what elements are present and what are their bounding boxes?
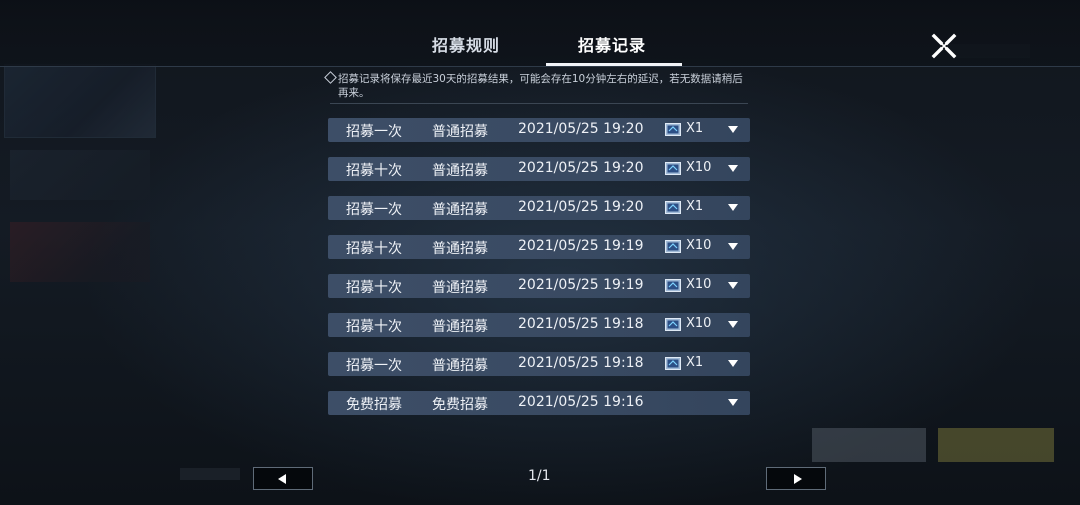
expand-arrow-icon[interactable]: [728, 165, 738, 172]
record-type: 招募一次: [346, 124, 402, 140]
record-row[interactable]: 招募十次 普通招募 2021/05/25 19:20 X10: [328, 157, 750, 181]
background-button: [938, 428, 1054, 462]
records-list: 招募一次 普通招募 2021/05/25 19:20 X1 招募十次 普通招募 2021/0…: [328, 118, 750, 430]
record-pool: 免费招募: [432, 397, 488, 413]
active-tab-indicator: [546, 63, 682, 66]
background-panel: [180, 468, 240, 480]
background-panel: [10, 222, 150, 282]
header-bar: [0, 0, 1080, 66]
notice-text: 招募记录将保存最近30天的招募结果，可能会存在10分钟左右的延迟，若无数据请稍后…: [338, 73, 743, 99]
record-quantity: X10: [686, 316, 712, 331]
background-button: [812, 428, 926, 462]
record-quantity: X10: [686, 160, 712, 175]
page-indicator: 1/1: [528, 468, 551, 484]
record-pool: 普通招募: [432, 280, 488, 296]
expand-arrow-icon[interactable]: [728, 243, 738, 250]
record-pool: 普通招募: [432, 241, 488, 257]
record-quantity: X1: [686, 355, 704, 370]
arrow-left-icon: [278, 474, 286, 484]
record-row[interactable]: 招募一次 普通招募 2021/05/25 19:20 X1: [328, 196, 750, 220]
record-row[interactable]: 招募十次 普通招募 2021/05/25 19:19 X10: [328, 235, 750, 259]
record-pool: 普通招募: [432, 319, 488, 335]
record-time: 2021/05/25 19:20: [518, 199, 644, 215]
diamond-bullet-icon: [324, 71, 337, 84]
record-type: 招募十次: [346, 163, 402, 179]
arrow-right-icon: [794, 474, 802, 484]
record-pool: 普通招募: [432, 202, 488, 218]
record-time: 2021/05/25 19:18: [518, 355, 644, 371]
close-icon: [931, 33, 957, 59]
expand-arrow-icon[interactable]: [728, 399, 738, 406]
recruit-ticket-icon: [665, 318, 681, 331]
next-page-button[interactable]: [766, 467, 826, 490]
recruit-ticket-icon: [665, 279, 681, 292]
record-pool: 普通招募: [432, 358, 488, 374]
expand-arrow-icon[interactable]: [728, 204, 738, 211]
header-divider: [0, 66, 1080, 67]
recruit-ticket-icon: [665, 357, 681, 370]
record-type: 招募十次: [346, 241, 402, 257]
notice-divider: [330, 103, 748, 104]
record-row[interactable]: 招募一次 普通招募 2021/05/25 19:20 X1: [328, 118, 750, 142]
record-pool: 普通招募: [432, 124, 488, 140]
expand-arrow-icon[interactable]: [728, 126, 738, 133]
record-time: 2021/05/25 19:19: [518, 277, 644, 293]
record-type: 招募十次: [346, 319, 402, 335]
tab-recruit-rules[interactable]: 招募规则: [432, 32, 500, 56]
close-button[interactable]: [928, 30, 960, 62]
expand-arrow-icon[interactable]: [728, 321, 738, 328]
record-quantity: X10: [686, 238, 712, 253]
record-row[interactable]: 免费招募 免费招募 2021/05/25 19:16: [328, 391, 750, 415]
background-panel: [10, 150, 150, 200]
tab-recruit-records[interactable]: 招募记录: [578, 32, 646, 56]
recruit-ticket-icon: [665, 162, 681, 175]
record-type: 招募一次: [346, 202, 402, 218]
record-time: 2021/05/25 19:20: [518, 160, 644, 176]
record-type: 招募十次: [346, 280, 402, 296]
expand-arrow-icon[interactable]: [728, 282, 738, 289]
record-time: 2021/05/25 19:18: [518, 316, 644, 332]
recruit-ticket-icon: [665, 123, 681, 136]
record-quantity: X10: [686, 277, 712, 292]
record-row[interactable]: 招募十次 普通招募 2021/05/25 19:18 X10: [328, 313, 750, 337]
prev-page-button[interactable]: [253, 467, 313, 490]
record-time: 2021/05/25 19:20: [518, 121, 644, 137]
records-notice: 招募记录将保存最近30天的招募结果，可能会存在10分钟左右的延迟，若无数据请稍后…: [324, 71, 748, 100]
record-time: 2021/05/25 19:16: [518, 394, 644, 410]
record-type: 招募一次: [346, 358, 402, 374]
record-type: 免费招募: [346, 397, 402, 413]
record-row[interactable]: 招募一次 普通招募 2021/05/25 19:18 X1: [328, 352, 750, 376]
recruit-ticket-icon: [665, 240, 681, 253]
background-panel: [4, 64, 156, 138]
expand-arrow-icon[interactable]: [728, 360, 738, 367]
record-time: 2021/05/25 19:19: [518, 238, 644, 254]
record-quantity: X1: [686, 121, 704, 136]
record-row[interactable]: 招募十次 普通招募 2021/05/25 19:19 X10: [328, 274, 750, 298]
record-quantity: X1: [686, 199, 704, 214]
record-pool: 普通招募: [432, 163, 488, 179]
recruit-ticket-icon: [665, 201, 681, 214]
